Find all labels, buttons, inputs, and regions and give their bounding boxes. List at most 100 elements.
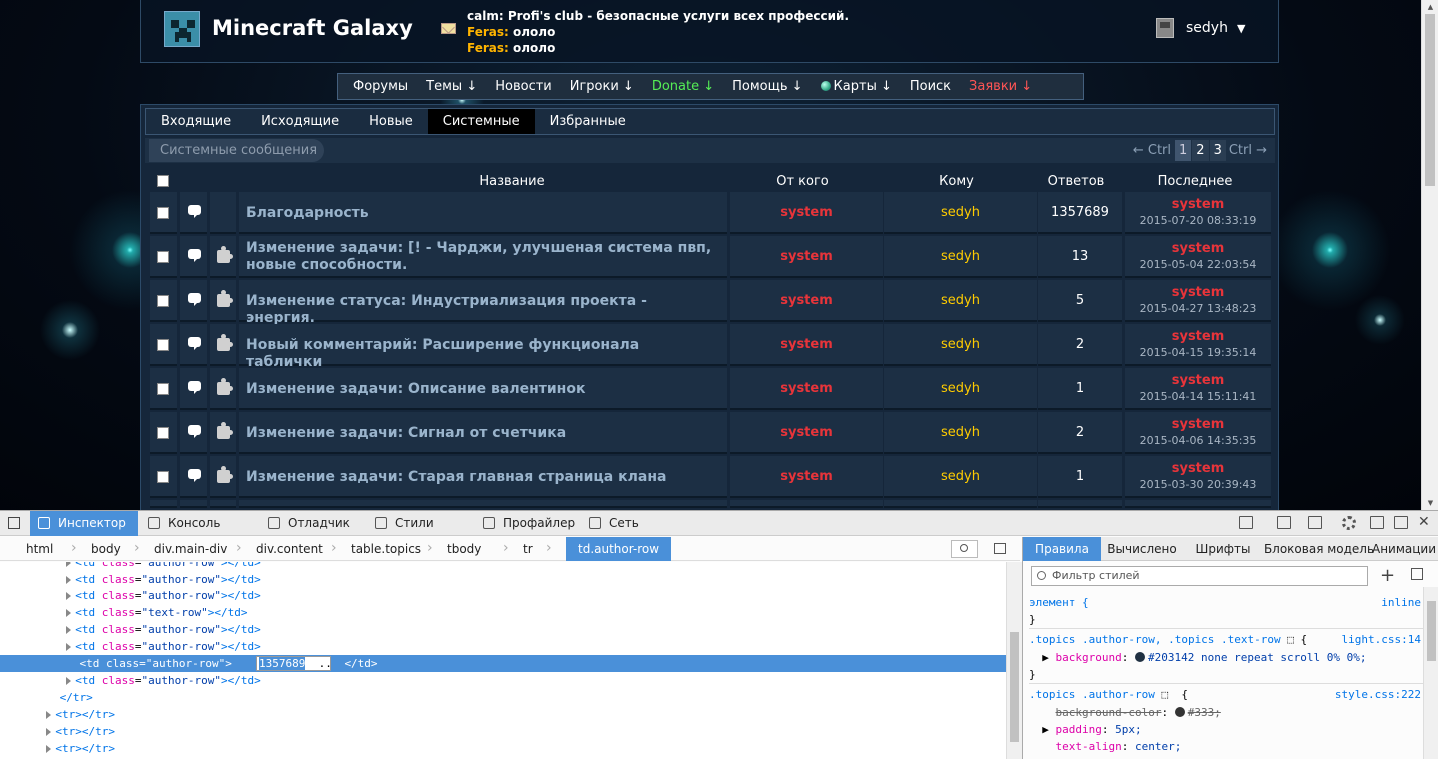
- close-icon[interactable]: ✕: [1418, 514, 1430, 530]
- last-user[interactable]: system: [1125, 241, 1271, 256]
- row-checkbox[interactable]: [157, 471, 169, 483]
- from-user[interactable]: system: [730, 249, 883, 264]
- from-user[interactable]: system: [730, 381, 883, 396]
- user-name[interactable]: sedyh: [1186, 20, 1228, 36]
- row-checkbox[interactable]: [157, 295, 169, 307]
- topic-title[interactable]: Изменение статуса: Индустриализация прое…: [246, 293, 716, 327]
- nav-item[interactable]: Помощь ↓: [723, 74, 811, 99]
- row-checkbox[interactable]: [157, 251, 169, 263]
- topic-title[interactable]: Изменение задачи: Описание валентинок: [246, 381, 716, 398]
- undock-icon[interactable]: [1394, 516, 1408, 529]
- dock-side-icon[interactable]: [1370, 516, 1384, 529]
- topic-title[interactable]: Новый комментарий: Расширение функционал…: [246, 337, 716, 371]
- site-title[interactable]: Minecraft Galaxy: [212, 16, 413, 40]
- toggle-sidebar-icon[interactable]: [994, 543, 1006, 554]
- markup-line[interactable]: <td class="author-row"></td>: [0, 621, 1006, 638]
- color-swatch-icon[interactable]: [1174, 707, 1185, 717]
- last-user[interactable]: system: [1125, 417, 1271, 432]
- pager-next[interactable]: Ctrl →: [1226, 140, 1270, 161]
- row-checkbox[interactable]: [157, 339, 169, 351]
- css-property[interactable]: padding: [1056, 723, 1102, 736]
- last-user[interactable]: system: [1125, 373, 1271, 388]
- nav-item[interactable]: Поиск: [901, 74, 960, 99]
- markup-line[interactable]: <td class="author-row"></td>: [0, 638, 1006, 655]
- shout-nick[interactable]: Feras:: [467, 25, 509, 39]
- row-checkbox[interactable]: [157, 383, 169, 395]
- breadcrumb-item[interactable]: div.content: [256, 537, 323, 561]
- breadcrumb-item[interactable]: td.author-row: [566, 537, 672, 561]
- nav-item[interactable]: Donate ↓: [643, 74, 723, 99]
- devtools-tab[interactable]: Сеть: [581, 511, 661, 536]
- devtools-tab[interactable]: Отладчик: [260, 511, 365, 536]
- devtools-tab[interactable]: Консоль: [140, 511, 258, 536]
- sidebar-tab[interactable]: Правила: [1023, 537, 1101, 561]
- css-property[interactable]: background: [1056, 651, 1122, 664]
- css-value[interactable]: center;: [1135, 740, 1181, 753]
- breadcrumb-item[interactable]: body: [91, 537, 121, 561]
- search-icon[interactable]: [951, 540, 978, 558]
- row-checkbox[interactable]: [157, 207, 169, 219]
- nav-item[interactable]: Форумы: [344, 74, 417, 99]
- row-checkbox[interactable]: [157, 427, 169, 439]
- topic-title[interactable]: Изменение задачи: [! - Чарджи, улучшеная…: [246, 240, 716, 274]
- markup-line[interactable]: </tr>: [0, 689, 1006, 706]
- responsive-design-icon[interactable]: [1277, 516, 1291, 529]
- tab-3[interactable]: Новые: [354, 109, 428, 134]
- last-user[interactable]: system: [1125, 461, 1271, 476]
- css-value[interactable]: #333;: [1188, 706, 1221, 719]
- to-user[interactable]: sedyh: [884, 293, 1037, 308]
- markup-line[interactable]: <td class="text-row"></td>: [0, 604, 1006, 621]
- breadcrumb-item[interactable]: table.topics: [351, 537, 421, 561]
- pick-element-icon[interactable]: [8, 517, 20, 529]
- topic-title[interactable]: Благодарность: [246, 205, 716, 222]
- shout-nick[interactable]: calm:: [467, 9, 504, 23]
- table-row[interactable]: Изменение задачи: [! - Чарджи, улучшеная…: [150, 236, 1272, 278]
- shout-nick[interactable]: Feras:: [467, 41, 509, 55]
- topic-title[interactable]: Изменение задачи: Сигнал от счетчика: [246, 425, 716, 442]
- breadcrumb-item[interactable]: tbody: [447, 537, 481, 561]
- markup-line[interactable]: <tr></tr>: [0, 706, 1006, 723]
- mail-icon[interactable]: [441, 23, 456, 34]
- from-user[interactable]: system: [730, 205, 883, 220]
- tab-1[interactable]: Входящие: [146, 109, 246, 134]
- rule-selector[interactable]: .topics .author-row, .topics .text-row: [1029, 633, 1281, 646]
- last-user[interactable]: system: [1125, 197, 1271, 212]
- to-user[interactable]: sedyh: [884, 425, 1037, 440]
- last-user[interactable]: system: [1125, 285, 1271, 300]
- rule-source[interactable]: style.css:222: [1335, 686, 1421, 703]
- split-console-icon[interactable]: [1239, 516, 1253, 529]
- markup-line[interactable]: <tr></tr>: [0, 740, 1006, 757]
- sidebar-tab[interactable]: Анимации: [1369, 537, 1438, 561]
- tab-2[interactable]: Исходящие: [246, 109, 354, 134]
- markup-scrollbar[interactable]: [1006, 562, 1022, 759]
- markup-line[interactable]: <td class="author-row"></td>: [0, 571, 1006, 588]
- to-user[interactable]: sedyh: [884, 205, 1037, 220]
- nav-item[interactable]: Темы ↓: [417, 74, 486, 99]
- style-filter-input[interactable]: Фильтр стилей: [1031, 566, 1368, 586]
- markup-line[interactable]: <td class="author-row"> </td> 1357689 ..: [0, 655, 1006, 672]
- table-row[interactable]: Изменение статуса: Индустриализация прое…: [150, 280, 1272, 326]
- devtools-tab[interactable]: Профайлер: [475, 511, 579, 536]
- sidebar-tab[interactable]: Блоковая модель: [1259, 537, 1379, 561]
- css-property[interactable]: background-color: [1056, 706, 1162, 719]
- rule-selector[interactable]: .topics .author-row: [1029, 688, 1155, 701]
- rules-scrollbar[interactable]: [1423, 587, 1438, 759]
- pager-prev[interactable]: ← Ctrl: [1130, 140, 1174, 161]
- from-user[interactable]: system: [730, 425, 883, 440]
- color-swatch-icon[interactable]: [1134, 652, 1145, 662]
- nav-item[interactable]: Заявки ↓: [960, 74, 1041, 99]
- last-user[interactable]: system: [1125, 329, 1271, 344]
- breadcrumb-item[interactable]: tr: [523, 537, 533, 561]
- user-menu-caret-icon[interactable]: ▼: [1237, 22, 1245, 35]
- nav-item[interactable]: Новости: [486, 74, 561, 99]
- pager-page[interactable]: 1: [1175, 140, 1192, 161]
- table-row[interactable]: Изменение задачи: Старая главная страниц…: [150, 456, 1272, 498]
- to-user[interactable]: sedyh: [884, 249, 1037, 264]
- markup-line[interactable]: <td class="author-row"></td>: [0, 672, 1006, 689]
- to-user[interactable]: sedyh: [884, 337, 1037, 352]
- css-value[interactable]: 5px;: [1115, 723, 1142, 736]
- from-user[interactable]: system: [730, 469, 883, 484]
- topic-title[interactable]: Изменение задачи: Старая главная страниц…: [246, 469, 716, 486]
- screenshot-icon[interactable]: [1308, 516, 1322, 529]
- nav-item[interactable]: Карты ↓: [812, 74, 901, 99]
